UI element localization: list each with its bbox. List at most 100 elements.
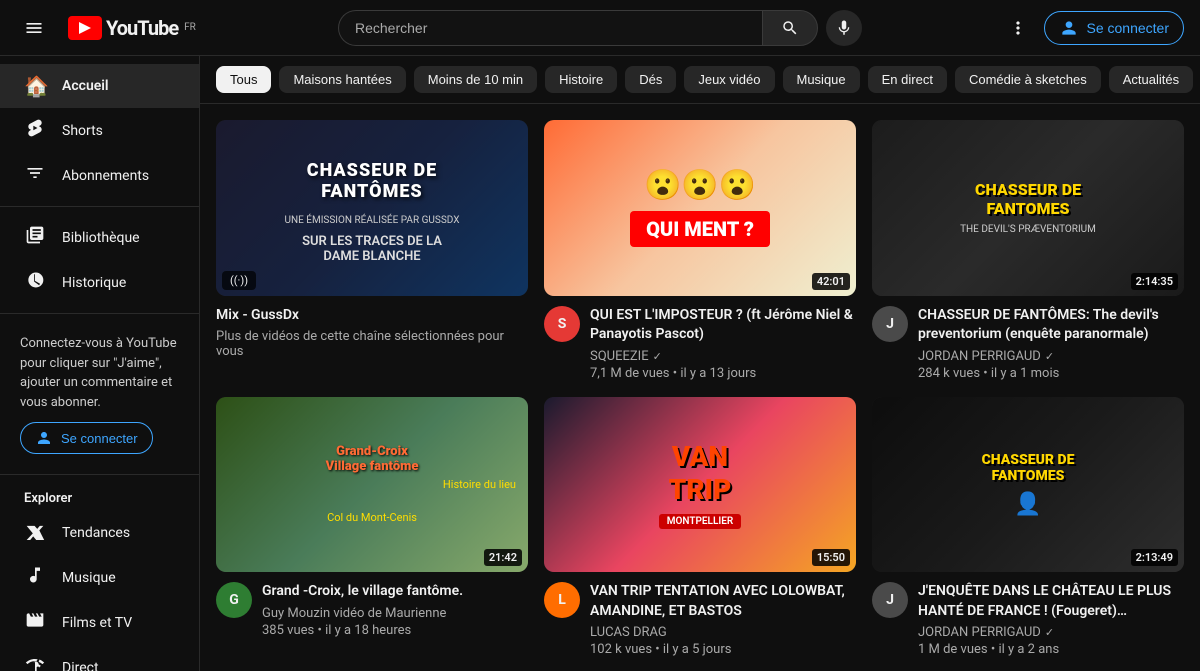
video-title-v2: QUI EST L'IMPOSTEUR ? (ft Jérôme Niel & … [590,306,856,345]
sidebar-divider-3 [0,474,199,475]
thumb-face-v6: 👤 [1014,492,1041,517]
signin-prompt-button[interactable]: Se connecter [20,422,153,454]
chip-des[interactable]: Dés [625,66,676,93]
main-container: 🏠 Accueil Shorts Abonnements Bibliothèqu… [0,56,1200,671]
video-info-v2: S QUI EST L'IMPOSTEUR ? (ft Jérôme Niel … [544,306,856,381]
thumb-overlay-v1: CHASSEUR DEFANTÔMES UNE ÉMISSION RÉALISÉ… [216,120,528,296]
sidebar-label-shorts: Shorts [62,123,103,139]
search-button[interactable] [762,10,818,46]
video-title-v4: Grand -Croix, le village fantôme. [262,582,528,602]
video-card-v3[interactable]: CHASSEUR DEFANTOMES THE DEVIL'S PRÆVENTO… [872,120,1184,381]
logo-text: YouTube [106,16,178,40]
video-info-v4: G Grand -Croix, le village fantôme. Guy … [216,582,528,638]
video-card-v1[interactable]: CHASSEUR DEFANTÔMES UNE ÉMISSION RÉALISÉ… [216,120,528,381]
home-icon: 🏠 [24,74,46,98]
video-details-v6: J'ENQUÊTE DANS LE CHÂTEAU LE PLUS HANTÉ … [918,582,1184,657]
signin-prompt-text: Connectez-vous à YouTube pour cliquer su… [20,336,177,410]
video-info-v6: J J'ENQUÊTE DANS LE CHÂTEAU LE PLUS HANT… [872,582,1184,657]
video-title-v5: VAN TRIP TENTATION AVEC LOLOWBAT, AMANDI… [590,582,856,621]
video-info-v5: L VAN TRIP TENTATION AVEC LOLOWBAT, AMAN… [544,582,856,657]
thumb-overlay-v6: CHASSEUR DEFANTOMES 👤 [872,397,1184,573]
sidebar-item-direct[interactable]: Direct [0,645,199,671]
sidebar-label-musique: Musique [62,570,116,586]
video-info-v3: J CHASSEUR DE FANTÔMES: The devil's prev… [872,306,1184,381]
thumbnail-v4: Grand-CroixVillage fantôme Histoire du l… [216,397,528,573]
logo[interactable]: YouTubeFR [68,16,196,40]
sidebar-item-bibliotheque[interactable]: Bibliothèque [0,215,199,260]
verified-v2: ✓ [653,350,662,363]
signin-button[interactable]: Se connecter [1044,11,1185,45]
signin-section: Connectez-vous à YouTube pour cliquer su… [0,322,199,466]
thumb-location-v5: MONTPELLIER [659,514,741,529]
music-icon [24,565,46,590]
video-details-v2: QUI EST L'IMPOSTEUR ? (ft Jérôme Niel & … [590,306,856,381]
thumb-text-v6: CHASSEUR DEFANTOMES [982,452,1075,484]
chip-histoire[interactable]: Histoire [545,66,617,93]
chip-maisons[interactable]: Maisons hantées [279,66,405,93]
video-info-v1: Mix - GussDx Plus de vidéos de cette cha… [216,306,528,362]
video-details-v5: VAN TRIP TENTATION AVEC LOLOWBAT, AMANDI… [590,582,856,657]
chip-comedie[interactable]: Comédie à sketches [955,66,1101,93]
menu-button[interactable] [16,10,52,46]
chip-endirect[interactable]: En direct [868,66,947,93]
header-left: YouTubeFR [16,10,216,46]
video-details-v1: Mix - GussDx Plus de vidéos de cette cha… [216,306,528,362]
video-channel-v2: SQUEEZIE ✓ [590,349,856,364]
thumb-sub-v1: UNE ÉMISSION RÉALISÉE PAR GUSSDX [285,215,460,226]
chip-moins10[interactable]: Moins de 10 min [414,66,537,93]
video-card-v4[interactable]: Grand-CroixVillage fantôme Histoire du l… [216,397,528,658]
duration-v3: 2:14:35 [1131,273,1178,290]
video-card-v5[interactable]: VANTRIP MONTPELLIER 15:50 L VAN TRIP TEN… [544,397,856,658]
video-channel-v5: LUCAS DRAG [590,625,856,640]
mic-button[interactable] [826,10,862,46]
thumb-badge-v2: QUI MENT ? [630,211,770,247]
video-subtitle-v1: Plus de vidéos de cette chaîne sélection… [216,329,528,359]
chip-actualites[interactable]: Actualités [1109,66,1193,93]
sidebar: 🏠 Accueil Shorts Abonnements Bibliothèqu… [0,56,200,671]
sidebar-item-musique[interactable]: Musique [0,555,199,600]
sidebar-label-historique: Historique [62,275,126,291]
chip-musique[interactable]: Musique [783,66,860,93]
search-bar [338,10,818,46]
thumb-text-v3: CHASSEUR DEFANTOMES [975,180,1081,218]
playlist-badge-v1: ((·)) [222,271,256,290]
sidebar-item-historique[interactable]: Historique [0,260,199,305]
shorts-icon [24,118,46,143]
video-card-v6[interactable]: CHASSEUR DEFANTOMES 👤 2:13:49 J J'ENQUÊT… [872,397,1184,658]
sidebar-item-films[interactable]: Films et TV [0,600,199,645]
video-card-v2[interactable]: 😮😮😮 QUI MENT ? 42:01 S QUI EST L'IMPOSTE… [544,120,856,381]
sidebar-item-abonnements[interactable]: Abonnements [0,153,199,198]
duration-v5: 15:50 [812,549,850,566]
sidebar-label-direct: Direct [62,660,99,671]
sidebar-label-bibliotheque: Bibliothèque [62,230,140,246]
sidebar-label-accueil: Accueil [62,78,109,94]
subscriptions-icon [24,163,46,188]
search-input[interactable] [338,10,762,46]
films-icon [24,610,46,635]
thumbnail-bg-v4: Grand-CroixVillage fantôme Histoire du l… [216,397,528,573]
video-meta-v4: 385 vues • il y a 18 heures [262,623,528,638]
sidebar-item-shorts[interactable]: Shorts [0,108,199,153]
video-details-v3: CHASSEUR DE FANTÔMES: The devil's preven… [918,306,1184,381]
video-channel-v3: JORDAN PERRIGAUD ✓ [918,349,1184,364]
sidebar-item-tendances[interactable]: Tendances [0,510,199,555]
trending-icon [24,520,46,545]
video-channel-v6: JORDAN PERRIGAUD ✓ [918,625,1184,640]
signin-prompt-label: Se connecter [61,431,138,446]
thumb-overlay-v2: 😮😮😮 QUI MENT ? [544,120,856,296]
sidebar-divider-1 [0,206,199,207]
avatar-v6: J [872,582,908,618]
avatar-v4: G [216,582,252,618]
history-icon [24,270,46,295]
avatar-v2: S [544,306,580,342]
chip-tous[interactable]: Tous [216,66,271,93]
content: Tous Maisons hantées Moins de 10 min His… [200,56,1200,671]
video-channel-v4: Guy Mouzin vidéo de Maurienne [262,606,528,621]
thumbnail-bg-v1: CHASSEUR DEFANTÔMES UNE ÉMISSION RÉALISÉ… [216,120,528,296]
more-button[interactable] [1000,10,1036,46]
chip-jeux[interactable]: Jeux vidéo [684,66,774,93]
video-meta-v5: 102 k vues • il y a 5 jours [590,642,856,657]
sidebar-item-accueil[interactable]: 🏠 Accueil [0,64,199,108]
video-meta-v3: 284 k vues • il y a 1 mois [918,366,1184,381]
verified-v6: ✓ [1045,626,1054,639]
